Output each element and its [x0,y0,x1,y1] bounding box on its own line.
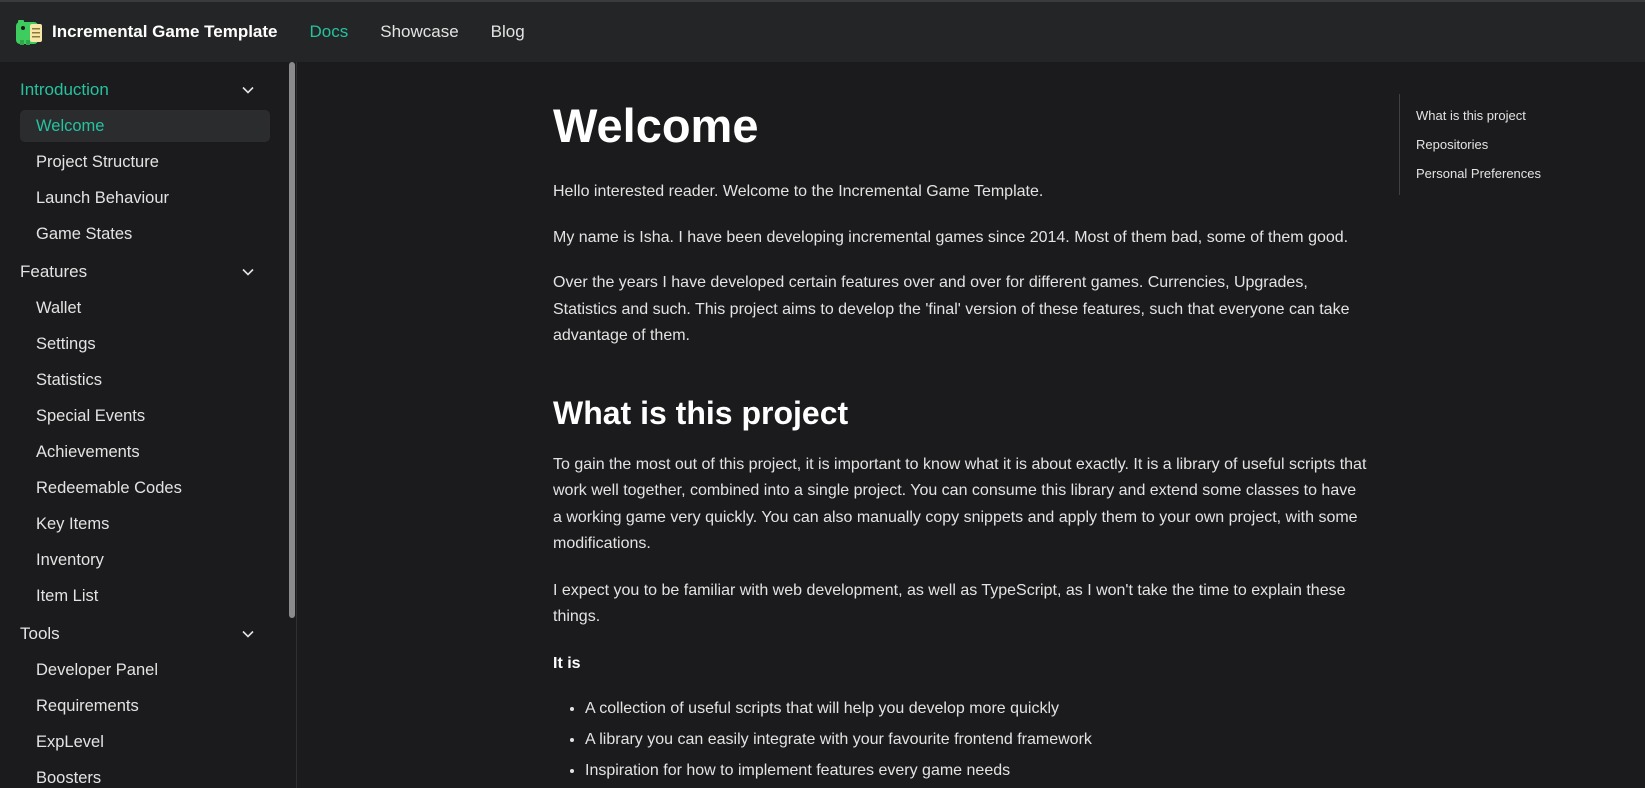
nav-links: Docs Showcase Blog [310,22,557,42]
chevron-down-icon[interactable] [242,84,254,96]
chevron-down-icon[interactable] [242,266,254,278]
nav-link-docs[interactable]: Docs [310,22,349,42]
intro-paragraph: Hello interested reader. Welcome to the … [553,183,1044,200]
sidebar-item-project-structure[interactable]: Project Structure [20,146,270,178]
sidebar-item-requirements[interactable]: Requirements [20,690,270,722]
toc-link-repositories[interactable]: Repositories [1416,137,1636,166]
sidebar-scrollbar-thumb[interactable] [289,62,295,618]
sidebar-item-welcome[interactable]: Welcome [20,110,270,142]
sidebar-item-game-states[interactable]: Game States [20,218,270,250]
section-paragraph: To gain the most out of this project, it… [553,455,1367,553]
sidebar-item-developer-panel[interactable]: Developer Panel [20,654,270,686]
docs-sidebar: Introduction Welcome Project Structure L… [0,62,290,788]
nav-link-showcase[interactable]: Showcase [380,22,458,42]
list-item: A collection of useful scripts that will… [585,693,1368,724]
sidebar-category-label: Features [20,262,88,281]
sidebar-item-achievements[interactable]: Achievements [20,436,270,468]
sidebar-item-wallet[interactable]: Wallet [20,292,270,324]
it-is-label: It is [553,654,581,672]
sidebar-category-tools[interactable]: Tools [20,616,280,652]
intro-paragraph: My name is Isha. I have been developing … [553,228,1349,246]
doc-content: Welcome Hello interested reader. Welcome… [553,62,1368,786]
table-of-contents: What is this project Repositories Person… [1399,94,1636,195]
list-item: A library you can easily integrate with … [585,724,1368,755]
section-paragraph: I expect you to be familiar with web dev… [553,581,1346,626]
sidebar-item-statistics[interactable]: Statistics [20,364,270,396]
nav-link-blog[interactable]: Blog [491,22,525,42]
brand-link[interactable]: Incremental Game Template [14,18,278,46]
sidebar-item-boosters[interactable]: Boosters [20,762,270,788]
sidebar-item-settings[interactable]: Settings [20,328,270,360]
sidebar-category-introduction[interactable]: Introduction [20,72,280,108]
sidebar-item-special-events[interactable]: Special Events [20,400,270,432]
sidebar-item-redeemable-codes[interactable]: Redeemable Codes [20,472,270,504]
sidebar-item-launch-behaviour[interactable]: Launch Behaviour [20,182,270,214]
sidebar-item-key-items[interactable]: Key Items [20,508,270,540]
toc-link-what-is-this-project[interactable]: What is this project [1416,108,1636,137]
toc-link-personal-preferences[interactable]: Personal Preferences [1416,166,1636,195]
section-heading: What is this project [553,394,849,431]
intro-paragraph: Over the years I have developed certain … [553,274,1350,344]
chevron-down-icon[interactable] [242,628,254,640]
list-item: Inspiration for how to implement feature… [585,755,1368,786]
page-title: Welcome [553,99,759,152]
sidebar-item-item-list[interactable]: Item List [20,580,270,612]
sidebar-item-explevel[interactable]: ExpLevel [20,726,270,758]
sidebar-divider [296,62,297,788]
sidebar-category-features[interactable]: Features [20,254,280,290]
brand-title: Incremental Game Template [52,22,278,41]
dino-logo-icon [14,18,44,46]
sidebar-category-label: Introduction [20,80,109,99]
top-navbar: Incremental Game Template Docs Showcase … [0,0,1645,62]
bullet-list: A collection of useful scripts that will… [553,693,1368,786]
sidebar-item-inventory[interactable]: Inventory [20,544,270,576]
sidebar-category-label: Tools [20,624,60,643]
